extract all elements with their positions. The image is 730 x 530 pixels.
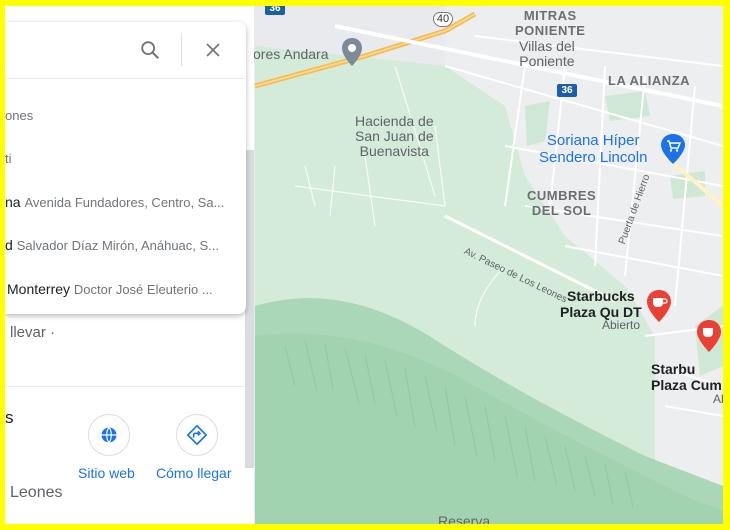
label-mitras-poniente: MITRAS PONIENTE <box>515 8 586 38</box>
suggestion-item[interactable]: d Salvador Díaz Mirón, Anáhuac, S... <box>5 224 246 267</box>
coffee-pin-icon[interactable] <box>647 290 671 322</box>
label-villas-del-poniente: Villas del Poniente <box>519 38 575 69</box>
search-button[interactable] <box>136 36 164 64</box>
partial-llevar-text: llevar · <box>10 324 56 341</box>
search-separator <box>181 34 182 66</box>
label-starbucks-1-status: Abierto <box>602 318 641 332</box>
suggestion-item[interactable]: na Avenida Fundadores, Centro, Sa... <box>5 181 246 224</box>
highway-top-shield: 36 <box>265 6 285 15</box>
shopping-cart-pin-icon[interactable] <box>661 134 685 164</box>
website-button[interactable] <box>88 414 130 456</box>
website-label[interactable]: Sitio web <box>78 465 135 481</box>
search-card: ones ti na Avenida Fundadores, Centro, S… <box>5 22 246 314</box>
highway-36-shield: 36 <box>557 84 577 97</box>
suggestion-primary: ti <box>5 151 12 166</box>
close-button[interactable] <box>199 36 227 64</box>
suggestion-item[interactable]: ones <box>5 94 246 137</box>
suggestion-primary: d <box>5 237 13 253</box>
label-starbucks-2-sub: Ab <box>713 392 723 406</box>
search-row <box>5 22 246 79</box>
directions-icon <box>187 425 207 445</box>
suggestion-secondary: Salvador Díaz Mirón, Anáhuac, S... <box>16 238 220 253</box>
suggestion-primary: na <box>5 194 21 210</box>
close-icon <box>206 43 220 57</box>
search-icon <box>141 41 159 59</box>
label-starbucks-1[interactable]: Starbucks Plaza Qu DT <box>560 288 642 320</box>
suggestion-secondary: Doctor José Eleuterio ... <box>73 282 213 297</box>
suggestion-primary: Monterrey <box>7 281 71 297</box>
search-input[interactable] <box>5 36 129 64</box>
gray-pin-icon[interactable] <box>342 38 362 72</box>
suggestion-primary: ones <box>5 108 34 123</box>
globe-icon <box>101 427 117 443</box>
coffee-pin-icon-2[interactable] <box>697 320 721 352</box>
screen-frame: 40 36 36 MITRAS PONIENTE Villas del Poni… <box>5 6 723 524</box>
label-cumbres-del-sol: CUMBRES DEL SOL <box>527 188 597 218</box>
label-la-alianza: LA ALIANZA <box>608 73 691 88</box>
label-reserva: Reserva <box>438 513 491 525</box>
suggestion-secondary: Avenida Fundadores, Centro, Sa... <box>24 195 225 210</box>
highway-40-shield: 40 <box>433 12 453 27</box>
label-hacienda: Hacienda de San Juan de Buenavista <box>355 113 434 159</box>
label-starbucks-2[interactable]: Starbu Plaza Cum <box>651 361 722 393</box>
panel-divider <box>5 386 254 387</box>
suggestion-item[interactable]: Monterrey Doctor José Eleuterio ... <box>5 268 248 311</box>
label-andara[interactable]: ores Andara <box>253 47 329 62</box>
directions-label[interactable]: Cómo llegar <box>156 465 231 481</box>
label-soriana[interactable]: Soriana Híper Sendero Lincoln <box>539 132 647 166</box>
address-partial-text: Leones <box>10 484 63 501</box>
suggestion-item[interactable]: ti <box>5 137 246 180</box>
directions-button[interactable] <box>176 414 218 456</box>
partial-heading: s <box>5 408 14 427</box>
